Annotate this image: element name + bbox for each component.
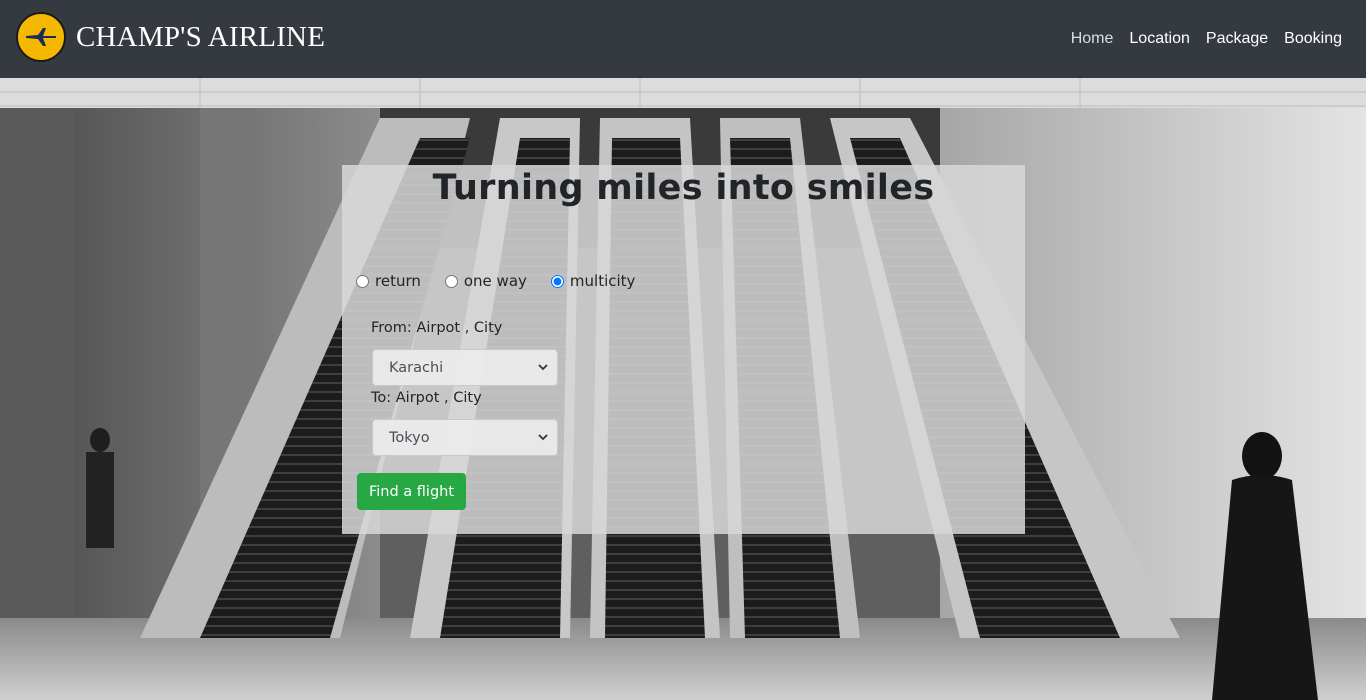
brand-name: CHAMP'S AIRLINE (76, 20, 326, 53)
trip-type-return[interactable]: return (356, 272, 421, 290)
radio-multicity[interactable] (550, 274, 564, 288)
navbar: CHAMP'S AIRLINE Home Location Package Bo… (0, 0, 1366, 78)
nav-home-link[interactable]: Home (1071, 30, 1114, 48)
from-select[interactable]: Karachi (372, 349, 558, 386)
nav-location-link[interactable]: Location (1129, 30, 1190, 48)
from-label: From: Airpot , City (371, 320, 503, 336)
radio-return[interactable] (356, 274, 369, 288)
trip-type-one-way[interactable]: one way (444, 272, 527, 290)
radio-multicity-label: multicity (569, 272, 636, 290)
find-flight-button[interactable]: Find a flight (357, 473, 466, 510)
radio-return-label: return (375, 272, 421, 290)
nav-package-link[interactable]: Package (1206, 30, 1268, 48)
crane-logo-icon (16, 12, 66, 62)
to-label: To: Airpot , City (371, 390, 482, 406)
to-select-value: Tokyo (389, 430, 430, 446)
chevron-down-icon (538, 434, 548, 441)
page-title: Turning miles into smiles (432, 168, 935, 208)
trip-type-multicity[interactable]: multicity (550, 272, 636, 290)
to-select[interactable]: Tokyo (372, 419, 558, 456)
radio-one-way[interactable] (444, 274, 458, 288)
nav-links: Home Location Package Booking (1071, 30, 1342, 48)
nav-booking-link[interactable]: Booking (1284, 30, 1342, 48)
radio-one-way-label: one way (463, 272, 527, 290)
chevron-down-icon (538, 364, 548, 371)
brand[interactable]: CHAMP'S AIRLINE (16, 12, 325, 62)
trip-type-group: return one way multicity (356, 272, 659, 290)
from-select-value: Karachi (389, 360, 444, 376)
